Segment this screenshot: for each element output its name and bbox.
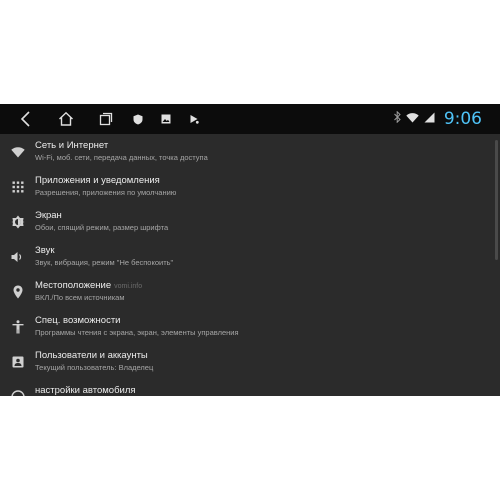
volume-icon bbox=[10, 249, 26, 265]
signal-icon bbox=[424, 110, 435, 128]
settings-item-car[interactable]: настройки автомобиля bbox=[0, 379, 500, 396]
car-icon bbox=[10, 389, 26, 396]
settings-item-title-text: Местоположение bbox=[35, 280, 112, 291]
status-area: 9:06 bbox=[393, 104, 482, 134]
settings-item-network[interactable]: Сеть и Интернет Wi-Fi, моб. сети, переда… bbox=[0, 134, 500, 169]
settings-item-accounts[interactable]: Пользователи и аккаунты Текущий пользова… bbox=[0, 344, 500, 379]
wifi-icon bbox=[406, 110, 419, 128]
settings-item-subtitle: Обои, спящий режим, размер шрифта bbox=[35, 223, 169, 232]
apps-grid-icon bbox=[10, 179, 26, 195]
play-icon[interactable] bbox=[186, 104, 202, 134]
home-icon[interactable] bbox=[55, 104, 77, 134]
bluetooth-icon bbox=[393, 110, 401, 128]
settings-item-location[interactable]: Местоположение vomi.info ВКЛ./По всем ист… bbox=[0, 274, 500, 309]
accessibility-icon bbox=[10, 319, 26, 335]
settings-item-sound[interactable]: Звук Звук, вибрация, режим "Не беспокоит… bbox=[0, 239, 500, 274]
shield-icon[interactable] bbox=[130, 104, 146, 134]
settings-item-title: Звук bbox=[35, 245, 55, 256]
status-clock: 9:06 bbox=[443, 109, 482, 129]
settings-item-display[interactable]: Экран Обои, спящий режим, размер шрифта bbox=[0, 204, 500, 239]
settings-screen: 9:06 Сеть и Интернет Wi-Fi, моб. сети, п… bbox=[0, 104, 500, 396]
settings-item-title: Сеть и Интернет bbox=[35, 140, 109, 151]
brightness-icon bbox=[10, 214, 26, 230]
settings-item-title: настройки автомобиля bbox=[35, 385, 136, 396]
account-icon bbox=[10, 354, 26, 370]
settings-list: Сеть и Интернет Wi-Fi, моб. сети, переда… bbox=[0, 134, 500, 396]
settings-item-subtitle: Программы чтения с экрана, экран, элемен… bbox=[35, 328, 239, 337]
settings-item-title: Местоположение vomi.info bbox=[35, 280, 142, 291]
settings-item-subtitle: Wi-Fi, моб. сети, передача данных, точка… bbox=[35, 153, 208, 162]
settings-item-subtitle: ВКЛ./По всем источникам bbox=[35, 293, 125, 302]
settings-item-title: Пользователи и аккаунты bbox=[35, 350, 148, 361]
settings-item-subtitle: Звук, вибрация, режим "Не беспокоить" bbox=[35, 258, 174, 267]
watermark-text: vomi.info bbox=[114, 283, 143, 290]
recents-icon[interactable] bbox=[95, 104, 117, 134]
settings-item-subtitle: Текущий пользователь: Владелец bbox=[35, 363, 154, 372]
settings-item-apps[interactable]: Приложения и уведомления Разрешения, при… bbox=[0, 169, 500, 204]
navigation-bar: 9:06 bbox=[0, 104, 500, 134]
back-icon[interactable] bbox=[16, 104, 36, 134]
settings-item-title: Экран bbox=[35, 210, 62, 221]
location-icon bbox=[10, 284, 26, 300]
wifi-icon bbox=[10, 144, 26, 160]
settings-item-title: Приложения и уведомления bbox=[35, 175, 160, 186]
settings-item-accessibility[interactable]: Спец. возможности Программы чтения с экр… bbox=[0, 309, 500, 344]
settings-item-title: Спец. возможности bbox=[35, 315, 121, 326]
gallery-icon[interactable] bbox=[158, 104, 174, 134]
scrollbar[interactable] bbox=[495, 140, 498, 260]
settings-item-subtitle: Разрешения, приложения по умолчанию bbox=[35, 188, 177, 197]
